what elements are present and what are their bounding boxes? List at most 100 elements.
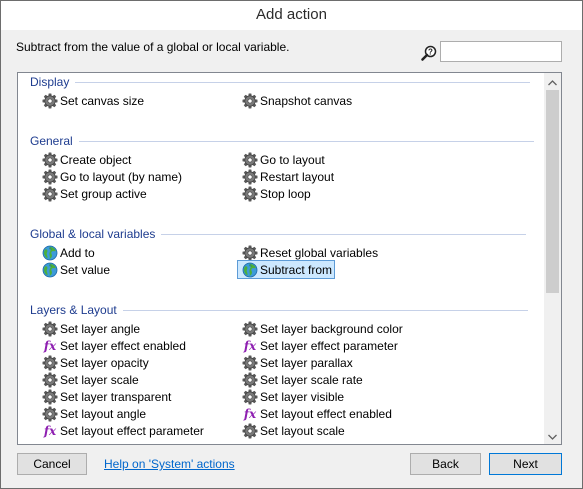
gear-icon (242, 186, 258, 202)
action-create-object[interactable]: Create object (42, 151, 133, 168)
action-label: Subtract from (260, 262, 333, 277)
help-link[interactable]: Help on 'System' actions (104, 457, 235, 471)
action-label: Set canvas size (60, 93, 145, 108)
cancel-button[interactable]: Cancel (17, 453, 87, 475)
action-label: Set layer angle (60, 321, 141, 336)
action-label: Snapshot canvas (260, 93, 353, 108)
action-set-layer-transparent[interactable]: Set layer transparent (42, 388, 173, 405)
action-stop-loop[interactable]: Stop loop (242, 185, 313, 202)
vertical-scrollbar[interactable] (544, 73, 561, 444)
action-set-layer-scale-rate[interactable]: Set layer scale rate (242, 371, 365, 388)
action-go-to-layout-by-name[interactable]: Go to layout (by name) (42, 168, 184, 185)
category-title: Layers & Layout (30, 303, 117, 317)
gear-icon (42, 389, 58, 405)
category-header-layers-layout: Layers & Layout (30, 303, 528, 317)
category-header-display: Display (30, 75, 531, 89)
gear-icon (242, 372, 258, 388)
gear-icon (42, 169, 58, 185)
action-set-layout-scale[interactable]: Set layout scale (242, 422, 347, 439)
action-set-layer-effect-enabled[interactable]: fx Set layer effect enabled (42, 337, 188, 354)
gear-icon (242, 93, 258, 109)
action-set-canvas-size[interactable]: Set canvas size (42, 92, 146, 109)
gear-icon (42, 321, 58, 337)
action-reset-global-variables[interactable]: Reset global variables (242, 244, 380, 261)
category-header-global-local-variables: Global & local variables (30, 227, 527, 241)
gear-icon (242, 169, 258, 185)
fx-icon: fx (243, 338, 257, 353)
action-label: Set layout effect enabled (260, 406, 392, 421)
action-set-group-active[interactable]: Set group active (42, 185, 149, 202)
action-set-layer-visible[interactable]: Set layer visible (242, 388, 346, 405)
action-label: Set layer effect parameter (260, 338, 398, 353)
gear-icon (42, 355, 58, 371)
action-label: Create object (60, 152, 132, 167)
globe-icon (42, 245, 58, 261)
action-label: Set group active (60, 186, 147, 201)
action-label: Go to layout (by name) (60, 169, 183, 184)
category-divider (78, 140, 534, 142)
action-set-layout-angle[interactable]: Set layout angle (42, 405, 148, 422)
action-label: Set layer opacity (60, 355, 149, 370)
scroll-thumb[interactable] (546, 90, 559, 293)
globe-icon (42, 262, 58, 278)
action-set-layout-effect-parameter[interactable]: fx Set layout effect parameter (42, 422, 206, 439)
chevron-down-icon (548, 429, 557, 443)
gear-icon (42, 152, 58, 168)
fx-icon: fx (43, 423, 57, 438)
category-divider (122, 309, 528, 311)
gear-icon (42, 93, 58, 109)
gear-icon (242, 321, 258, 337)
svg-text:?: ? (428, 48, 433, 57)
action-label: Stop loop (260, 186, 311, 201)
action-label: Set layout angle (60, 406, 147, 421)
scroll-up-button[interactable] (544, 73, 561, 90)
action-label: Set layer effect enabled (60, 338, 186, 353)
action-set-layer-effect-parameter[interactable]: fx Set layer effect parameter (242, 337, 400, 354)
action-subtract-from[interactable]: Subtract from (236, 260, 336, 279)
search-icon: ? (421, 45, 437, 61)
action-set-layer-opacity[interactable]: Set layer opacity (42, 354, 151, 371)
action-label: Reset global variables (260, 245, 379, 260)
action-set-layer-angle[interactable]: Set layer angle (42, 320, 142, 337)
gear-icon (242, 423, 258, 439)
scroll-down-button[interactable] (544, 427, 561, 444)
category-title: General (30, 134, 73, 148)
fx-icon: fx (43, 338, 57, 353)
action-set-value[interactable]: Set value (42, 261, 112, 278)
action-label: Set layout scale (260, 423, 345, 438)
action-list: Display Set canvas size Snapshot canvas … (17, 72, 562, 445)
action-label: Set layer transparent (60, 389, 172, 404)
category-header-general: General (30, 134, 534, 148)
action-label: Add to (60, 245, 95, 260)
chevron-up-icon (548, 75, 557, 89)
action-label: Set layout effect parameter (60, 423, 204, 438)
action-snapshot-canvas[interactable]: Snapshot canvas (242, 92, 354, 109)
dialog-title: Add action (1, 1, 582, 30)
category-title: Display (30, 75, 70, 89)
gear-icon (242, 152, 258, 168)
gear-icon (42, 186, 58, 202)
action-description: Subtract from the value of a global or l… (16, 40, 290, 54)
action-label: Restart layout (260, 169, 335, 184)
action-set-layer-background-color[interactable]: Set layer background color (242, 320, 405, 337)
action-add-to[interactable]: Add to (42, 244, 97, 261)
action-label: Set layer scale rate (260, 372, 363, 387)
next-button[interactable]: Next (489, 453, 562, 475)
gear-icon (42, 406, 58, 422)
action-label: Set layer background color (260, 321, 403, 336)
action-set-layer-parallax[interactable]: Set layer parallax (242, 354, 355, 371)
action-label: Set value (60, 262, 111, 277)
search-input[interactable] (440, 41, 562, 62)
fx-icon: fx (243, 406, 257, 421)
action-restart-layout[interactable]: Restart layout (242, 168, 336, 185)
gear-icon (242, 245, 258, 261)
action-label: Set layer visible (260, 389, 345, 404)
back-button[interactable]: Back (410, 453, 481, 475)
action-set-layout-effect-enabled[interactable]: fx Set layout effect enabled (242, 405, 394, 422)
action-label: Set layer scale (60, 372, 139, 387)
action-set-layer-scale[interactable]: Set layer scale (42, 371, 141, 388)
action-label: Set layer parallax (260, 355, 353, 370)
gear-icon (242, 389, 258, 405)
action-go-to-layout[interactable]: Go to layout (242, 151, 327, 168)
category-divider (161, 233, 527, 235)
